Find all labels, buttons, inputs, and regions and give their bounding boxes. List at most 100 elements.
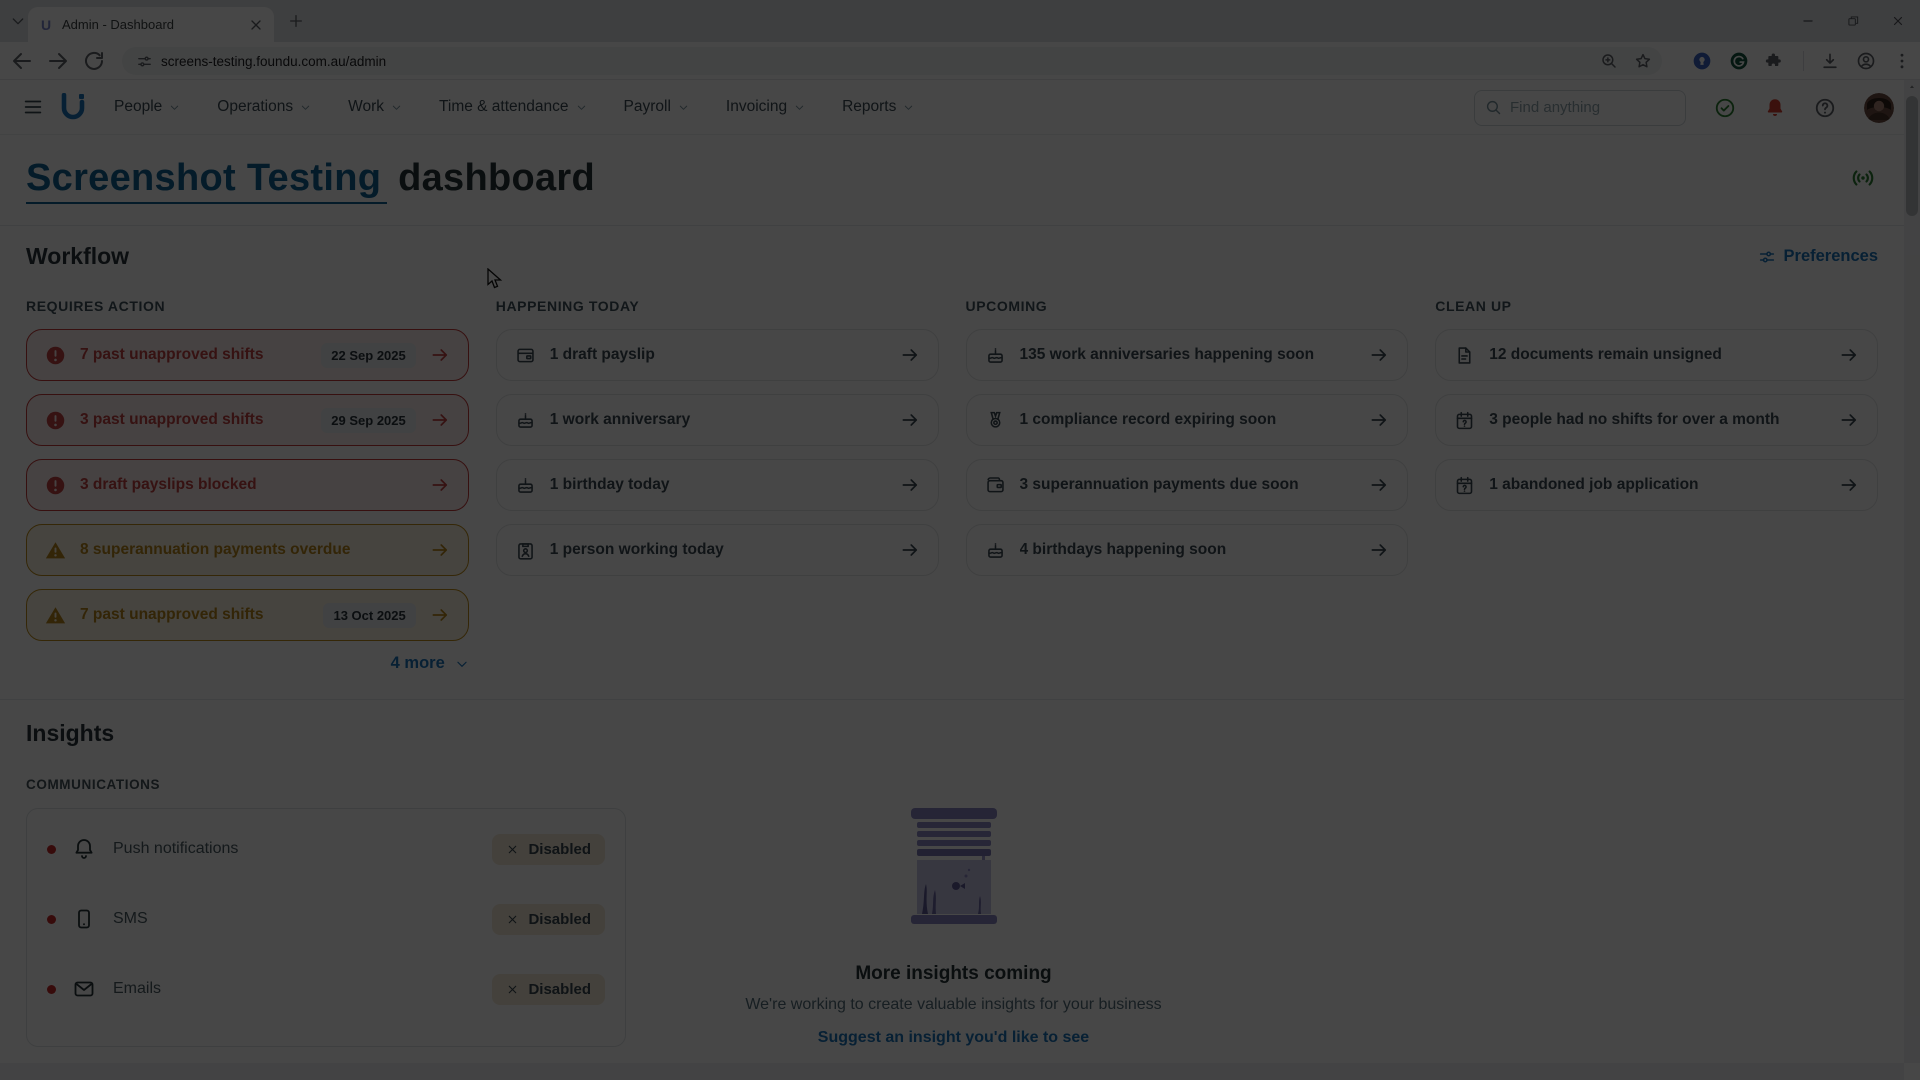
dashboard-name-link[interactable]: Screenshot Testing bbox=[26, 157, 387, 204]
workflow-card-1-work-anniversary[interactable]: 1 work anniversary bbox=[496, 394, 939, 446]
chevron-down-icon bbox=[300, 102, 311, 113]
date-badge: 29 Sep 2025 bbox=[321, 408, 415, 433]
scroll-up-icon[interactable] bbox=[1908, 83, 1916, 91]
arrow-right-icon bbox=[430, 410, 450, 430]
workflow-card-label: 1 draft payslip bbox=[550, 346, 886, 364]
navbar-right bbox=[1474, 80, 1894, 135]
workflow-card-3-people-had-no-shifts-for-over-a-month[interactable]: 3 people had no shifts for over a month bbox=[1435, 394, 1878, 446]
workflow-card-3-draft-payslips-blocked[interactable]: 3 draft payslips blocked bbox=[26, 459, 469, 511]
vertical-scrollbar[interactable] bbox=[1904, 80, 1920, 1063]
workflow-card-7-past-unapproved-shifts[interactable]: 7 past unapproved shifts22 Sep 2025 bbox=[26, 329, 469, 381]
address-bar[interactable]: screens-testing.foundu.com.au/admin bbox=[122, 47, 1662, 75]
workflow-card-1-draft-payslip[interactable]: 1 draft payslip bbox=[496, 329, 939, 381]
workflow-card-label: 1 abandoned job application bbox=[1489, 476, 1825, 494]
window-minimize-button[interactable] bbox=[1785, 0, 1830, 42]
help-icon[interactable] bbox=[1814, 97, 1836, 119]
channel-row-sms: SMS Disabled bbox=[27, 884, 625, 954]
nav-item-reports[interactable]: Reports bbox=[842, 98, 914, 116]
channel-row-push-notifications: Push notificationsDisabled bbox=[27, 814, 625, 884]
downloads-icon[interactable] bbox=[1820, 51, 1840, 71]
nav-item-work[interactable]: Work bbox=[348, 98, 402, 116]
browser-tabstrip: U Admin - Dashboard bbox=[0, 0, 1920, 42]
horizontal-scrollbar[interactable] bbox=[0, 1063, 1904, 1080]
chevron-down-icon bbox=[391, 102, 402, 113]
arrow-right-icon bbox=[900, 540, 920, 560]
nav-item-people[interactable]: People bbox=[114, 98, 180, 116]
workflow-card-135-work-anniversaries-happening-soon[interactable]: 135 work anniversaries happening soon bbox=[966, 329, 1409, 381]
workflow-card-1-abandoned-job-application[interactable]: 1 abandoned job application bbox=[1435, 459, 1878, 511]
extensions-puzzle-icon[interactable] bbox=[1765, 51, 1785, 71]
document-icon bbox=[1454, 345, 1475, 366]
cake-icon bbox=[985, 345, 1006, 366]
nav-item-time-attendance[interactable]: Time & attendance bbox=[439, 98, 587, 116]
tab-search-caret-icon[interactable] bbox=[10, 13, 26, 29]
zoom-icon[interactable] bbox=[1600, 52, 1618, 70]
workflow-card-7-past-unapproved-shifts[interactable]: 7 past unapproved shifts13 Oct 2025 bbox=[26, 589, 469, 641]
alert-circle-icon bbox=[45, 345, 66, 366]
workflow-card-8-superannuation-payments-overdue[interactable]: 8 superannuation payments overdue bbox=[26, 524, 469, 576]
scrollbar-thumb[interactable] bbox=[1906, 96, 1918, 216]
show-more-label: 4 more bbox=[391, 654, 445, 673]
user-avatar[interactable] bbox=[1864, 93, 1894, 123]
insights-illustration bbox=[908, 808, 1000, 926]
window-restore-button[interactable] bbox=[1830, 0, 1875, 42]
workflow-card-3-past-unapproved-shifts[interactable]: 3 past unapproved shifts29 Sep 2025 bbox=[26, 394, 469, 446]
forward-icon[interactable] bbox=[46, 49, 70, 73]
workflow-column-clean-up: CLEAN UP12 documents remain unsigned3 pe… bbox=[1435, 298, 1878, 673]
password-manager-extension-icon[interactable] bbox=[1692, 51, 1712, 71]
workflow-card-1-birthday-today[interactable]: 1 birthday today bbox=[496, 459, 939, 511]
workflow-column-upcoming: UPCOMING 135 work anniversaries happening… bbox=[966, 298, 1409, 673]
workflow-card-12-documents-remain-unsigned[interactable]: 12 documents remain unsigned bbox=[1435, 329, 1878, 381]
workflow-card-1-compliance-record-expiring-soon[interactable]: 1 compliance record expiring soon bbox=[966, 394, 1409, 446]
status-badge: Disabled bbox=[492, 974, 605, 1005]
status-badge: Disabled bbox=[492, 904, 605, 935]
browser-tab[interactable]: U Admin - Dashboard bbox=[28, 7, 274, 42]
url-text: screens-testing.foundu.com.au/admin bbox=[161, 54, 1584, 69]
x-icon bbox=[506, 843, 519, 856]
global-search[interactable] bbox=[1474, 90, 1686, 126]
browser-profile-icon[interactable] bbox=[1856, 51, 1876, 71]
status-text: Disabled bbox=[528, 911, 591, 928]
nav-item-operations[interactable]: Operations bbox=[217, 98, 311, 116]
chevron-down-icon bbox=[794, 102, 805, 113]
workflow-card-label: 1 birthday today bbox=[550, 476, 886, 494]
notifications-bell-icon[interactable] bbox=[1764, 97, 1786, 119]
search-input[interactable] bbox=[1510, 99, 1675, 116]
tasks-check-icon[interactable] bbox=[1714, 97, 1736, 119]
suggest-insight-link[interactable]: Suggest an insight you'd like to see bbox=[818, 1029, 1089, 1047]
tab-close-icon[interactable] bbox=[248, 17, 264, 33]
workflow-card-3-superannuation-payments-due-soon[interactable]: 3 superannuation payments due soon bbox=[966, 459, 1409, 511]
nav-item-invoicing[interactable]: Invoicing bbox=[726, 98, 805, 116]
arrow-right-icon bbox=[1369, 540, 1389, 560]
broadcast-status-icon[interactable] bbox=[1850, 165, 1876, 191]
foundu-logo[interactable] bbox=[60, 93, 86, 121]
search-icon bbox=[1485, 99, 1502, 116]
status-dot bbox=[47, 845, 56, 854]
more-insights-panel: More insights coming We're working to cr… bbox=[626, 808, 1281, 1047]
bookmark-star-icon[interactable] bbox=[1634, 52, 1652, 70]
new-tab-icon[interactable] bbox=[288, 13, 304, 29]
grammarly-extension-icon[interactable] bbox=[1729, 51, 1749, 71]
workflow-column-header: UPCOMING bbox=[966, 298, 1409, 314]
warning-triangle-icon bbox=[45, 605, 66, 626]
status-dot bbox=[47, 985, 56, 994]
envelope-icon bbox=[72, 977, 96, 1001]
arrow-right-icon bbox=[430, 605, 450, 625]
nav-item-payroll[interactable]: Payroll bbox=[624, 98, 689, 116]
workflow-header: Workflow Preferences bbox=[26, 243, 1878, 270]
nav-item-label: Operations bbox=[217, 98, 293, 116]
workflow-card-4-birthdays-happening-soon[interactable]: 4 birthdays happening soon bbox=[966, 524, 1409, 576]
workflow-card-1-person-working-today[interactable]: 1 person working today bbox=[496, 524, 939, 576]
reload-icon[interactable] bbox=[82, 49, 106, 73]
back-icon[interactable] bbox=[10, 49, 34, 73]
channel-label: SMS bbox=[113, 910, 492, 928]
preferences-button[interactable]: Preferences bbox=[1758, 247, 1878, 266]
window-close-button[interactable] bbox=[1875, 0, 1920, 42]
dashboard-page: Screenshot Testing dashboard Workflow Pr… bbox=[0, 135, 1904, 1063]
show-more-button[interactable]: 4 more bbox=[26, 654, 469, 673]
hamburger-menu-icon[interactable] bbox=[22, 96, 44, 118]
divider bbox=[0, 225, 1904, 226]
site-settings-icon[interactable] bbox=[136, 53, 153, 70]
x-icon bbox=[506, 983, 519, 996]
browser-menu-icon[interactable] bbox=[1892, 51, 1912, 71]
